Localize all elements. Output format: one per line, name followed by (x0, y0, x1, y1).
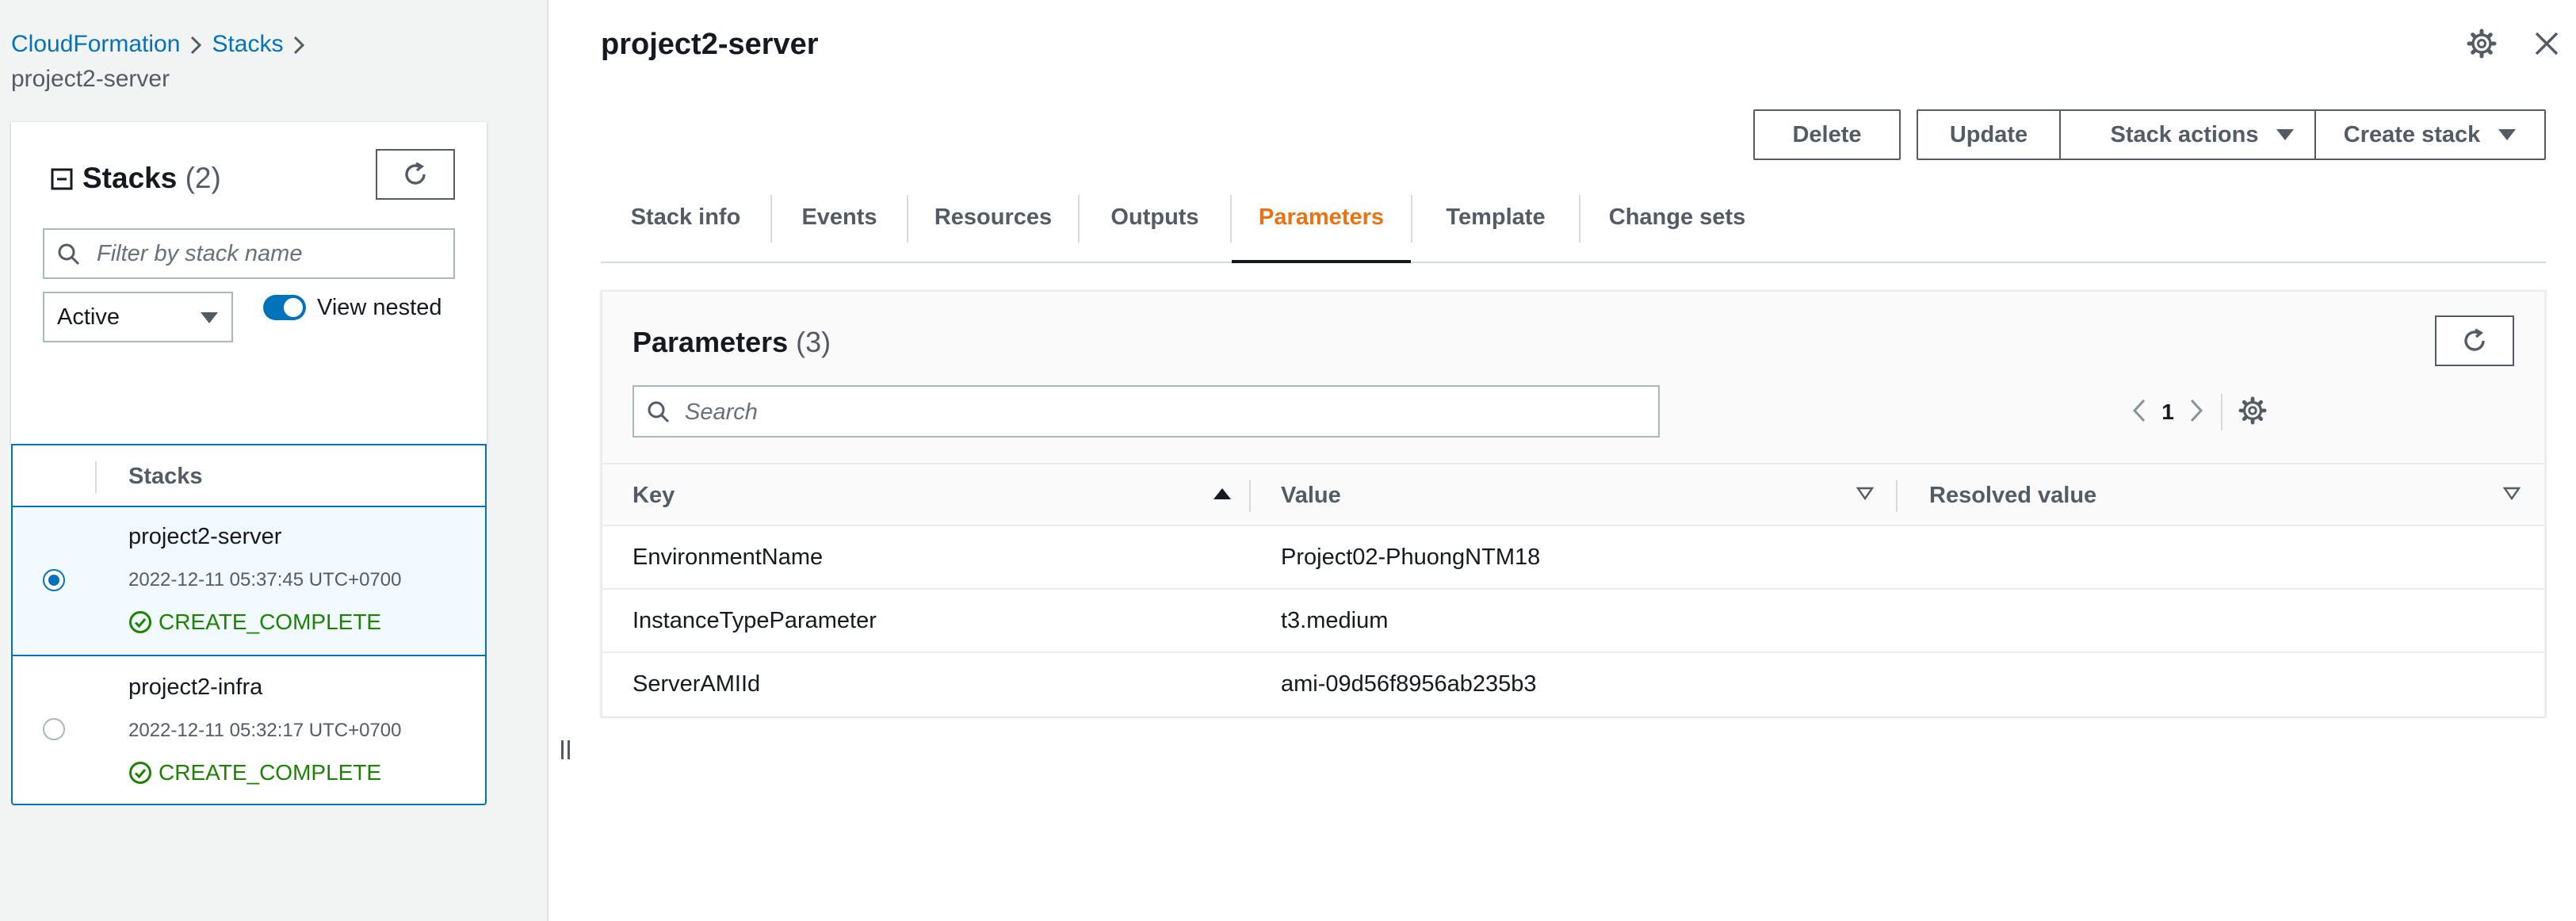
stack-name[interactable]: project2-infra (128, 671, 262, 704)
stacks-column-header: Stacks (128, 464, 203, 489)
parameters-panel: Parameters (3) 1 Key (601, 290, 2546, 717)
chevron-right-icon (283, 29, 315, 60)
breadcrumb-stacks[interactable]: Stacks (212, 31, 283, 57)
parameter-value: t3.medium (1281, 608, 1389, 633)
check-circle-icon (129, 611, 151, 633)
refresh-icon (2464, 328, 2485, 351)
parameter-key: InstanceTypeParameter (633, 608, 877, 633)
status-filter-select[interactable]: Active (43, 292, 233, 342)
parameter-key: EnvironmentName (633, 545, 824, 570)
stack-radio[interactable] (43, 718, 65, 740)
search-icon (58, 243, 80, 266)
sort-icon[interactable] (2502, 487, 2521, 505)
parameters-search-input[interactable] (683, 395, 1634, 430)
parameters-pagination: 1 (2132, 390, 2267, 434)
caret-down-icon (201, 312, 218, 323)
collapse-icon[interactable] (51, 168, 73, 194)
tab-events[interactable]: Events (772, 189, 907, 262)
table-row: ServerAMIId ami-09d56f8956ab235b3 (602, 653, 2544, 717)
stacks-list-header: Stacks (13, 445, 485, 507)
close-icon[interactable] (2533, 30, 2560, 61)
refresh-parameters-button[interactable] (2435, 315, 2514, 366)
update-button[interactable]: Update (1917, 109, 2061, 160)
filter-stacks-input[interactable] (95, 236, 444, 271)
panel-resize-handle[interactable] (558, 737, 574, 762)
parameters-search-field (633, 385, 1660, 438)
gear-icon[interactable] (2467, 29, 2497, 63)
refresh-stacks-button[interactable] (376, 149, 455, 200)
parameter-key: ServerAMIId (633, 671, 761, 697)
stacks-count: (2) (185, 162, 221, 194)
column-header-resolved-value[interactable]: Resolved value (1929, 479, 2096, 512)
tab-resources[interactable]: Resources (908, 189, 1078, 262)
tab-change-sets[interactable]: Change sets (1580, 189, 1774, 262)
table-row: InstanceTypeParameter t3.medium (602, 590, 2544, 653)
stack-name[interactable]: project2-server (128, 520, 281, 553)
breadcrumb-current: project2-server (11, 66, 170, 92)
caret-down-icon (2498, 129, 2517, 140)
stacks-navigation-panel: CloudFormation Stacks project2-server Sta… (0, 0, 548, 921)
stacks-list: Stacks project2-server 2022-12-11 05:37:… (11, 444, 487, 805)
sort-icon[interactable] (1856, 487, 1875, 505)
filter-stacks-field (43, 228, 455, 279)
stack-timestamp: 2022-12-11 05:32:17 UTC+0700 (128, 720, 402, 741)
stack-timestamp: 2022-12-11 05:37:45 UTC+0700 (128, 569, 402, 590)
breadcrumb-cloudformation[interactable]: CloudFormation (11, 31, 180, 57)
parameters-title: Parameters (3) (633, 326, 831, 358)
create-stack-button[interactable]: Create stack (2314, 109, 2546, 160)
page-number[interactable]: 1 (2146, 399, 2189, 425)
sort-ascending-icon[interactable] (1213, 487, 1232, 505)
stack-row-project2-infra[interactable]: project2-infra 2022-12-11 05:32:17 UTC+0… (13, 658, 485, 807)
caret-down-icon (2276, 129, 2295, 140)
column-header-key[interactable]: Key (633, 479, 675, 512)
stack-row-project2-server[interactable]: project2-server 2022-12-11 05:37:45 UTC+… (13, 507, 485, 656)
check-circle-icon (129, 762, 151, 784)
refresh-icon (405, 162, 426, 185)
column-header-value[interactable]: Value (1281, 479, 1341, 512)
tab-parameters[interactable]: Parameters (1232, 189, 1411, 263)
chevron-left-icon[interactable] (2132, 399, 2146, 426)
stack-radio[interactable] (43, 569, 65, 591)
stack-actions-button[interactable]: Stack actions (2059, 109, 2346, 160)
chevron-right-icon (180, 29, 212, 60)
table-row: EnvironmentName Project02-PhuongNTM18 (602, 526, 2544, 590)
search-icon (648, 401, 670, 423)
stacks-card: Stacks (2) Active View nested 1 (11, 122, 487, 527)
stack-status: CREATE_COMPLETE (128, 606, 381, 639)
delete-button[interactable]: Delete (1753, 109, 1901, 160)
stack-status: CREATE_COMPLETE (128, 756, 381, 789)
view-nested-toggle[interactable] (263, 295, 306, 320)
parameters-count: (3) (796, 326, 831, 358)
tab-stack-info[interactable]: Stack info (601, 189, 770, 262)
table-header: Key Value Resolved value (602, 463, 2544, 526)
parameter-value: Project02-PhuongNTM18 (1281, 545, 1541, 570)
chevron-right-icon[interactable] (2189, 399, 2203, 426)
parameters-table: Key Value Resolved value EnvironmentName… (602, 463, 2544, 717)
parameter-value: ami-09d56f8956ab235b3 (1281, 671, 1537, 697)
column-divider (95, 461, 97, 493)
view-nested-label: View nested (317, 295, 442, 320)
status-filter-value: Active (57, 304, 120, 330)
stack-tabs: Stack info Events Resources Outputs Para… (601, 189, 2546, 263)
tab-outputs[interactable]: Outputs (1080, 189, 1230, 262)
gear-icon[interactable] (2238, 396, 2267, 429)
tab-template[interactable]: Template (1412, 189, 1579, 262)
stacks-title: Stacks (2) (82, 162, 221, 194)
breadcrumb: CloudFormation Stacks (11, 29, 315, 60)
page-title: project2-server (601, 28, 819, 61)
